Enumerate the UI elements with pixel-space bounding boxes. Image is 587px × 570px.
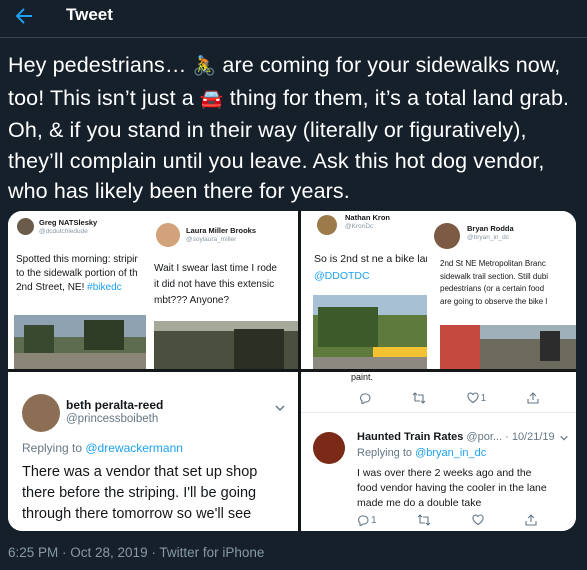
panel-f-handle: @por... · 10/21/19 [466,431,555,443]
panel-b-name: Laura Miller Brooks [186,226,257,235]
avatar [317,215,337,235]
screenshot-panel-e: beth peralta-reed @princessboibeth Reply… [8,372,298,531]
text-line: Wait I swear last time I rode [154,263,277,274]
panel-e-text: There was a vendor that set up shop ther… [22,462,257,525]
text-line: So is 2nd st ne a bike lane [314,253,427,265]
mention-link[interactable]: @DDOTDC [314,268,427,285]
mention-link[interactable]: @bryan_in_dc [415,447,486,459]
panel-c-name: Nathan Kron [345,213,390,222]
panel-a-text: Spotted this morning: stripir to the sid… [16,253,138,295]
panel-d-handle: @bryan_in_dc [467,234,510,241]
heart-icon [467,392,479,404]
panel-d-name: Bryan Rodda [467,224,514,233]
screenshot-panel-d: Bryan Rodda @bryan_in_dc 2nd St NE Metro… [427,211,576,369]
avatar [17,218,34,235]
screenshot-panel-f: paint. 1 Haunted Train Rates @por... · 1… [301,372,576,531]
panel-f-bottom-actions: 1 [357,514,537,526]
text-fragment: 2nd Street, NE! [16,282,88,293]
text-line: I was over there 2 weeks ago and the [357,467,532,479]
text-line: sidewalk trail section. Still dubi [440,271,549,281]
share-icon[interactable] [525,514,537,526]
text-line: it did not have this extensic [154,279,275,290]
text-line: are going to observe the bike l [440,296,548,306]
chevron-down-icon[interactable] [559,433,569,443]
top-bar: Tweet [0,0,587,38]
panel-c-text: So is 2nd st ne a bike lane @DDOTDC [314,251,427,285]
tweet-text: Hey pedestrians… 🚴 are coming for your s… [8,50,578,207]
text-line: to the sidewalk portion of th [16,268,138,279]
divider [301,412,576,413]
text-line: made me do a double take [357,497,482,509]
text-line: There was a vendor that set up shop [22,464,258,480]
panel-d-text: 2nd St NE Metropolitan Branc sidewalk tr… [440,258,548,308]
panel-f-name: Haunted Train Rates [357,431,464,443]
panel-b-text: Wait I swear last time I rode it did not… [154,261,277,309]
panel-a-name: Greg NATSlesky [39,218,98,227]
reply-icon [358,515,369,526]
street-photo [440,325,576,369]
page-title: Tweet [66,5,113,24]
tweet-image-collage[interactable]: Greg NATSlesky @dcdutchiedude Spotted th… [8,211,576,531]
text-line: 2nd St NE Metropolitan Branc [440,259,546,268]
avatar [434,223,460,249]
hashtag-link[interactable]: #bikedc [87,282,121,293]
avatar [22,394,60,432]
tweet-timestamp[interactable]: 6:25 PM · Oct 28, 2019 · Twitter for iPh… [8,545,264,560]
reply-action[interactable]: 1 [357,514,377,526]
mention-link[interactable]: @drewackermann [85,441,183,455]
screenshot-panel-a: Greg NATSlesky @dcdutchiedude Spotted th… [8,211,150,369]
street-photo [154,321,298,369]
panel-b-handle: @soylaura_miller [186,236,237,243]
replying-label: Replying to [357,447,416,459]
replying-to: Replying to @bryan_in_dc [357,447,486,459]
reply-icon[interactable] [359,392,371,404]
avatar [156,223,180,247]
avatar [313,432,345,464]
replying-to: Replying to @drewackermann [22,441,183,455]
like-count: 1 [480,392,487,404]
text-line: through there tomorrow so we'll see [22,506,252,522]
panel-e-handle: @princessboibeth [66,413,159,425]
reply-count: 1 [371,514,377,526]
text-line: pedestrians (or a certain food [440,284,545,293]
panel-f-top-text: paint. [351,372,374,382]
text-line: mbt??? Anyone? [154,295,230,306]
text-line: 2nd Street, NE! #bikedc [16,281,138,295]
tweet-text-part: Hey pedestrians… [8,53,193,77]
like-action[interactable]: 1 [467,392,487,404]
street-photo [14,315,146,369]
replying-label: Replying to [22,441,86,455]
text-line: food vendor having the cooler in the lan… [357,482,547,494]
chevron-down-icon[interactable] [274,402,286,414]
retweet-icon[interactable] [417,514,431,526]
panel-f-top-actions: 1 [359,392,539,404]
street-photo [313,295,427,369]
heart-icon[interactable] [472,514,484,526]
panel-f-header: Haunted Train Rates @por... · 10/21/19 [357,431,555,443]
cyclist-emoji: 🚴 [192,56,217,77]
collage-divider-horizontal [8,369,576,372]
panel-a-handle: @dcdutchiedude [39,228,88,235]
text-line: Spotted this morning: stripir [16,254,138,265]
panel-e-name: beth peralta-reed [66,398,164,412]
text-line: there before the striping. I'll be going [22,485,257,501]
back-arrow-icon[interactable] [12,4,36,28]
panel-f-text: I was over there 2 weeks ago and the foo… [357,466,547,511]
share-icon[interactable] [527,392,539,404]
screenshot-panel-c: Nathan Kron @KronDc So is 2nd st ne a bi… [301,211,427,369]
car-emoji: 🚘 [199,88,224,110]
retweet-icon[interactable] [412,392,426,404]
screenshot-panel-b: Laura Miller Brooks @soylaura_miller Wai… [150,211,298,369]
panel-c-handle: @KronDc [345,223,374,230]
